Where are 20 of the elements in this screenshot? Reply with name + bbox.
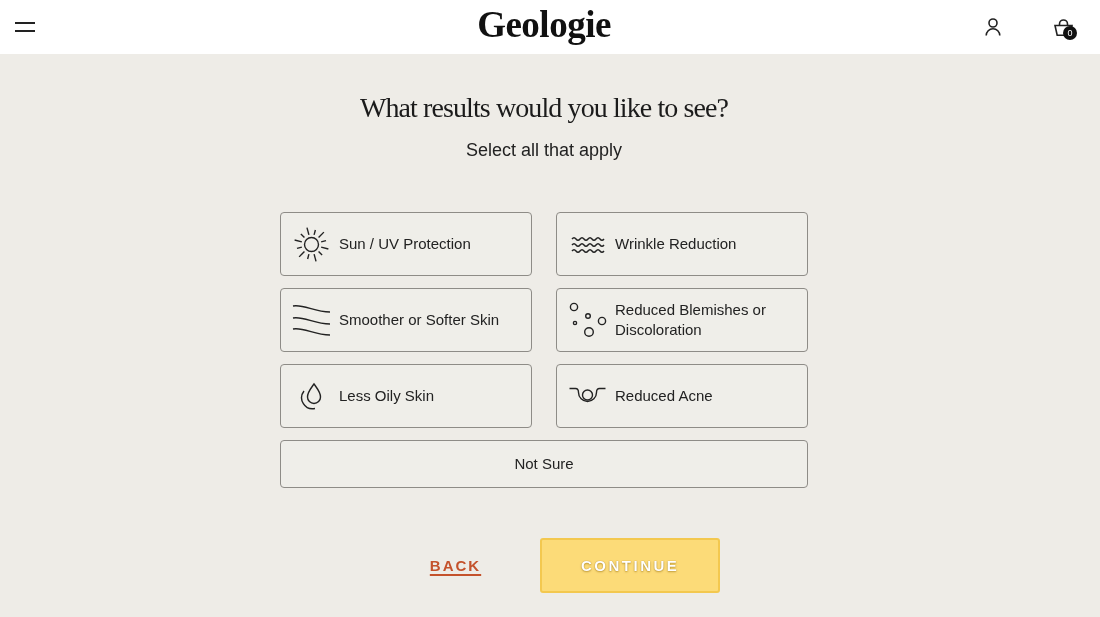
menu-icon[interactable]: [15, 22, 35, 32]
question-title: What results would you like to see?: [359, 91, 729, 125]
option-button[interactable]: Sun / UV Protection: [280, 212, 532, 276]
option-button[interactable]: Reduced Blemishes or Discoloration: [556, 288, 808, 352]
option-button[interactable]: Not Sure: [280, 440, 808, 488]
user-icon[interactable]: [985, 18, 1001, 36]
option-button[interactable]: Reduced Acne: [556, 364, 808, 428]
cart-count-badge: 0: [1063, 25, 1077, 40]
option-button[interactable]: Wrinkle Reduction: [556, 212, 808, 276]
option-button[interactable]: Smoother or Softer Skin: [280, 288, 532, 352]
wavy-lines-icon: [570, 234, 605, 254]
wave-lines-icon: [292, 303, 331, 337]
droplet-icon: [299, 382, 324, 410]
option-button[interactable]: Less Oily Skin: [280, 364, 532, 428]
question-subtitle: Select all that apply: [465, 139, 623, 162]
back-link[interactable]: BACK: [429, 557, 482, 574]
dots-icon: [568, 302, 607, 338]
bag-icon[interactable]: [1054, 18, 1073, 36]
sun-icon: [293, 225, 330, 263]
logo[interactable]: Geologie: [477, 5, 611, 45]
